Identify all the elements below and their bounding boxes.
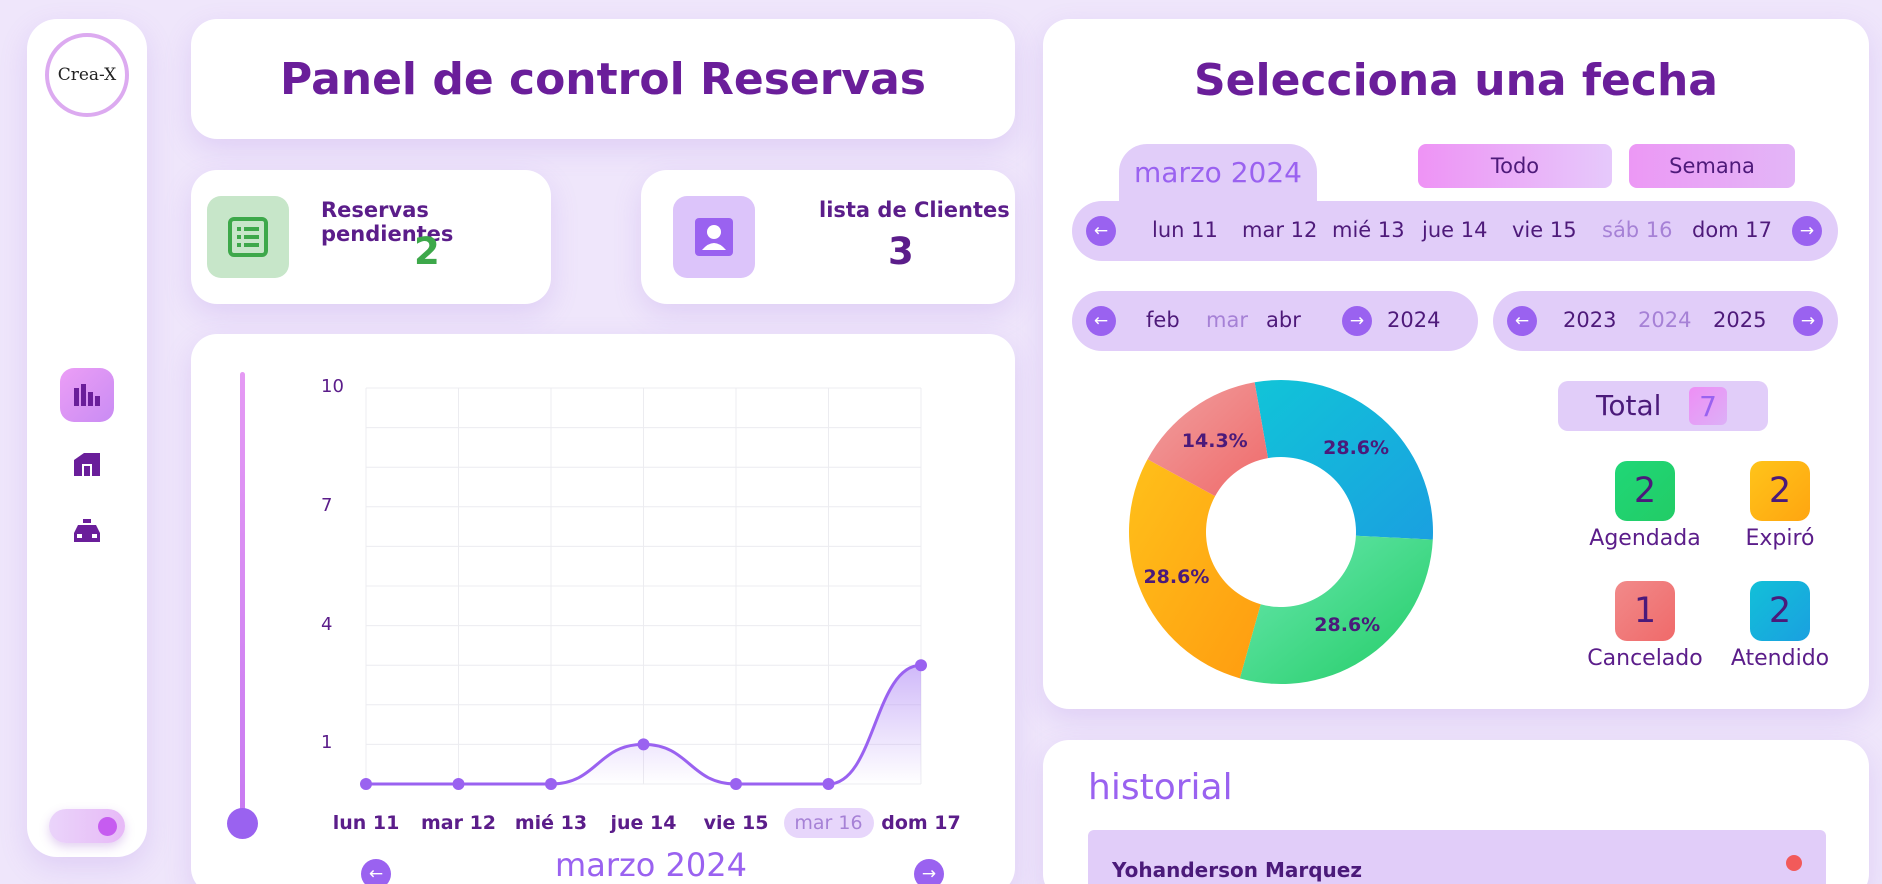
sidebar-item-taxi[interactable]	[60, 504, 114, 558]
sidebar-item-dashboard[interactable]	[60, 368, 114, 422]
chart-prev-button[interactable]: ←	[361, 859, 391, 884]
x-tick-label: vie 15	[703, 812, 769, 834]
pending-reservations-card[interactable]: Reservas pendientes 2	[191, 170, 551, 304]
pending-value: 2	[414, 230, 440, 273]
year-next-button[interactable]: →	[1793, 306, 1823, 336]
data-point[interactable]	[637, 738, 650, 751]
y-tick-label: 10	[321, 376, 344, 397]
month-selector: ← feb mar abr → 2024	[1072, 291, 1478, 351]
taxi-icon	[74, 519, 100, 542]
client-list-card[interactable]: lista de Clientes 3	[641, 170, 1015, 304]
page-title: Panel de control Reservas	[280, 53, 926, 105]
y-tick-label: 1	[321, 732, 333, 754]
data-point[interactable]	[360, 778, 372, 790]
x-tick-label: mar 16	[783, 808, 874, 838]
year-selector: ← 2023 2024 2025 →	[1493, 291, 1838, 351]
day-prev-button[interactable]: ←	[1086, 216, 1116, 246]
year-option[interactable]: 2023	[1563, 308, 1616, 332]
month-option[interactable]: mar	[1206, 308, 1248, 332]
x-tick-label: lun 11	[332, 812, 400, 834]
line-chart-card: 10 7 4 1 lun 11 mar 12 mié 13 jue 14 vie 15 mar …	[191, 334, 1015, 884]
month-tab-label: marzo 2024	[1134, 156, 1302, 189]
month-next-button[interactable]: →	[1342, 306, 1372, 336]
donut-slice-label: 28.6%	[1323, 437, 1389, 459]
header-card: Panel de control Reservas	[191, 19, 1015, 139]
y-tick-label: 4	[321, 613, 333, 635]
data-point[interactable]	[730, 778, 742, 790]
day-option[interactable]: lun 11	[1152, 218, 1218, 242]
data-point[interactable]	[822, 778, 835, 790]
day-option[interactable]: mar 12	[1242, 218, 1317, 242]
data-point[interactable]	[915, 659, 927, 672]
filter-all-button[interactable]: Todo	[1418, 144, 1612, 188]
donut-slice-label: 28.6%	[1143, 566, 1209, 588]
toggle-knob	[98, 817, 117, 836]
chart-month-label: marzo 2024	[555, 846, 747, 884]
day-option[interactable]: dom 17	[1692, 218, 1772, 242]
status-donut-chart: 28.6% 28.6% 28.6% 14.3%	[1129, 380, 1433, 684]
legend-count[interactable]: 1	[1615, 581, 1675, 641]
legend-label: Agendada	[1589, 526, 1701, 551]
list-icon	[207, 196, 289, 278]
logo-text: Crea-X	[57, 65, 117, 85]
sidebar: Crea-X	[27, 19, 147, 857]
history-entry[interactable]: Yohanderson Marquez	[1088, 830, 1826, 884]
month-option[interactable]: feb	[1146, 308, 1180, 332]
contact-icon	[673, 196, 755, 278]
clients-label: lista de Clientes	[819, 198, 1010, 222]
total-value: 7	[1689, 387, 1727, 425]
x-tick-label: dom 17	[881, 812, 961, 834]
year-option[interactable]: 2025	[1713, 308, 1766, 332]
history-card: historial Yohanderson Marquez	[1043, 740, 1869, 884]
donut-slice[interactable]	[1239, 535, 1433, 684]
day-selector: ← lun 11 mar 12 mié 13 jue 14 vie 15 sáb 16 do…	[1072, 201, 1838, 261]
month-prev-button[interactable]: ←	[1086, 306, 1116, 336]
day-next-button[interactable]: →	[1792, 216, 1822, 246]
data-point[interactable]	[545, 778, 557, 790]
year-option[interactable]: 2024	[1638, 308, 1691, 332]
zoom-slider-thumb[interactable]	[227, 808, 258, 839]
x-tick-label: mié 13	[514, 812, 588, 834]
history-title: historial	[1088, 767, 1233, 808]
store-icon	[74, 453, 100, 476]
month-option[interactable]: abr	[1266, 308, 1301, 332]
x-tick-label: jue 14	[610, 812, 677, 834]
legend-count[interactable]: 2	[1615, 461, 1675, 521]
day-option[interactable]: sáb 16	[1602, 218, 1673, 242]
day-option[interactable]: vie 15	[1512, 218, 1577, 242]
clients-value: 3	[888, 230, 914, 273]
bar-chart-icon	[74, 384, 100, 406]
donut-slice[interactable]	[1254, 380, 1433, 540]
date-selector-card: Selecciona una fecha marzo 2024 Todo Sem…	[1043, 19, 1869, 709]
date-panel-title: Selecciona una fecha	[1193, 55, 1718, 106]
zoom-slider-track[interactable]	[240, 372, 245, 822]
line-chart	[360, 387, 927, 790]
theme-toggle[interactable]	[49, 809, 125, 843]
filter-week-button[interactable]: Semana	[1629, 144, 1795, 188]
donut-slice-label: 14.3%	[1182, 430, 1248, 452]
legend-label: Expiró	[1745, 526, 1815, 551]
current-year-label: 2024	[1387, 308, 1441, 332]
year-prev-button[interactable]: ←	[1507, 306, 1537, 336]
total-box: Total 7	[1558, 381, 1768, 431]
x-tick-label: mar 12	[420, 812, 497, 834]
legend-count[interactable]: 2	[1750, 461, 1810, 521]
legend-label: Atendido	[1730, 646, 1830, 671]
chart-next-button[interactable]: →	[914, 859, 944, 884]
day-option[interactable]: mié 13	[1332, 218, 1405, 242]
sidebar-item-store[interactable]	[60, 437, 114, 491]
data-point[interactable]	[452, 778, 465, 790]
history-entry-name: Yohanderson Marquez	[1112, 858, 1362, 882]
logo: Crea-X	[45, 33, 129, 117]
total-label: Total	[1596, 389, 1662, 422]
day-option[interactable]: jue 14	[1422, 218, 1487, 242]
y-tick-label: 7	[321, 494, 333, 516]
status-dot-icon	[1786, 855, 1802, 871]
legend-count[interactable]: 2	[1750, 581, 1810, 641]
donut-slice-label: 28.6%	[1314, 614, 1380, 636]
legend-label: Cancelado	[1587, 646, 1703, 671]
